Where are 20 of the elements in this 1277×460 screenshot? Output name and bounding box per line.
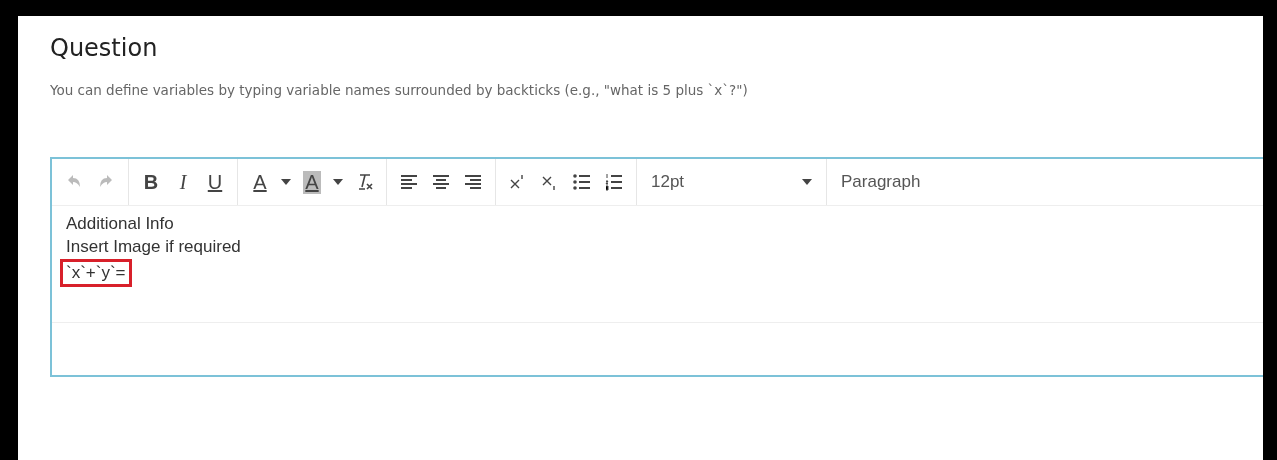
align-center-icon <box>431 172 451 192</box>
text-color-button[interactable]: A <box>247 168 273 196</box>
numbered-list-icon <box>604 172 624 192</box>
editor-text: Additional Info <box>65 213 175 235</box>
rich-text-editor[interactable]: B I U A A 12pt Paragraph Additional Info Insert Image if required `x`+`y`= <box>50 157 1263 377</box>
caret-icon <box>802 179 812 185</box>
section-title: Question <box>50 34 158 62</box>
underline-button[interactable]: U <box>202 168 228 196</box>
caret-icon <box>281 179 291 185</box>
align-right-icon <box>463 172 483 192</box>
caret-icon <box>333 179 343 185</box>
font-size-dropdown[interactable]: 12pt <box>637 159 827 205</box>
align-left-icon <box>399 172 419 192</box>
editor-text: `x`+`y`= <box>60 259 132 287</box>
bold-button[interactable]: B <box>138 168 164 196</box>
bullet-list-icon <box>572 172 592 192</box>
format-dropdown[interactable]: Paragraph <box>827 159 977 205</box>
help-text: You can define variables by typing variable names surrounded by backticks (e.g., "what is 5 plus `x`?") <box>50 82 748 98</box>
editor-text: Insert Image if required <box>65 236 242 258</box>
italic-button[interactable]: I <box>170 168 196 196</box>
